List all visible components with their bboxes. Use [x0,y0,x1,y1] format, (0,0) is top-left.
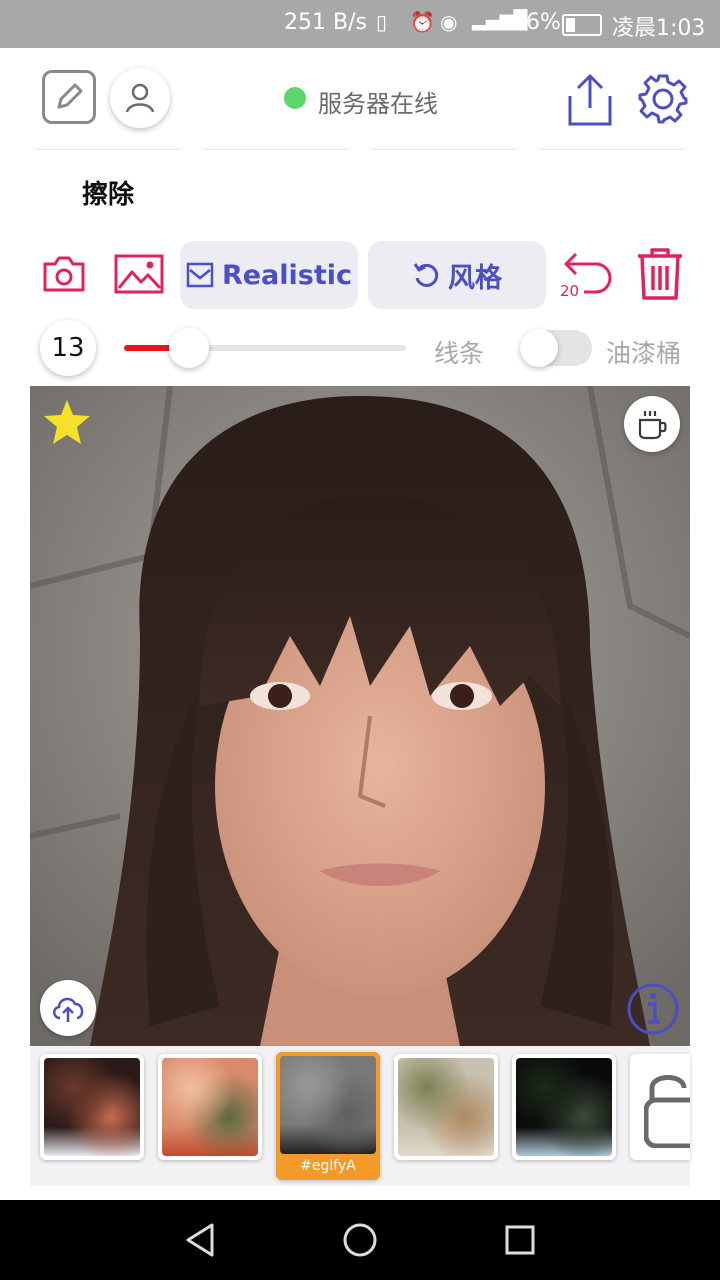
slider-thumb[interactable] [169,328,209,368]
thumbnail-image [162,1058,258,1156]
recent-apps-icon[interactable] [504,1224,536,1256]
profile-button[interactable] [110,68,170,128]
thumbnail-image [398,1058,494,1156]
line-mode-label[interactable]: 线条 [434,334,484,370]
undo-button[interactable]: 20 [558,250,618,304]
settings-gear-icon[interactable] [636,72,690,126]
coffee-button[interactable] [624,396,680,452]
style-thumbnail[interactable] [394,1054,498,1160]
clock: 凌晨1:03 [612,16,706,41]
share-icon[interactable] [564,72,616,128]
image-gallery-icon[interactable] [114,254,164,294]
home-icon[interactable] [342,1222,378,1258]
undo-count: 20 [560,282,580,300]
pencil-icon [57,83,83,109]
generated-portrait-image [30,386,690,1046]
network-speed: 251 B/s [284,10,367,35]
divider [370,146,518,150]
battery-icon [562,14,602,36]
divider [202,146,350,150]
thumbnail-image [44,1058,140,1156]
trash-icon[interactable] [634,246,686,302]
back-icon[interactable] [184,1222,216,1258]
paint-bucket-label: 油漆桶 [606,339,682,368]
info-icon[interactable] [626,982,680,1036]
thumbnail-label: #eglfyA [300,1158,356,1174]
alarm-icon: ⏰ [410,10,435,34]
vibrate-icon: ▯ [376,10,388,34]
rotate-icon [413,263,439,287]
favorite-star-icon[interactable] [42,398,92,446]
coffee-cup-icon [638,411,667,440]
brush-size-indicator: 13 [40,320,96,376]
style-button[interactable]: 风格 [368,241,546,309]
eye-icon: ◉ [440,10,458,34]
edit-icon[interactable] [42,70,96,124]
camera-icon[interactable] [42,254,86,294]
style-thumbnail[interactable] [40,1054,144,1160]
server-status-text: 服务器在线 [318,90,438,118]
toggle-knob [520,329,558,367]
status-bar: 251 B/s ▯ ⏰ ◉ ▂▄▆█ 26% 凌晨1:03 [0,0,720,48]
server-status-dot [284,87,306,109]
drawing-canvas[interactable] [30,386,690,1046]
battery-percent: 26% [512,10,561,35]
realistic-button[interactable]: Realistic [180,241,358,309]
divider [538,146,686,150]
realistic-label: Realistic [221,259,353,291]
paint-bucket-toggle[interactable] [520,329,592,367]
style-thumbnail[interactable] [158,1054,262,1160]
style-label: 风格 [448,262,502,294]
mode-title: 擦除 [82,180,135,210]
mail-icon [186,262,214,288]
style-thumbnail[interactable] [512,1054,616,1160]
divider [34,146,182,150]
cloud-upload-icon [53,997,84,1022]
locked-thumbnail[interactable] [630,1054,690,1160]
brush-size-slider[interactable] [124,328,406,368]
thumbnail-image [280,1056,376,1154]
upload-button[interactable] [40,980,96,1036]
user-icon [125,83,155,113]
style-thumbnail[interactable]: #eglfyA [276,1052,380,1180]
navigation-bar [0,1200,720,1280]
lock-icon [644,1075,690,1148]
thumbnail-image [516,1058,612,1156]
